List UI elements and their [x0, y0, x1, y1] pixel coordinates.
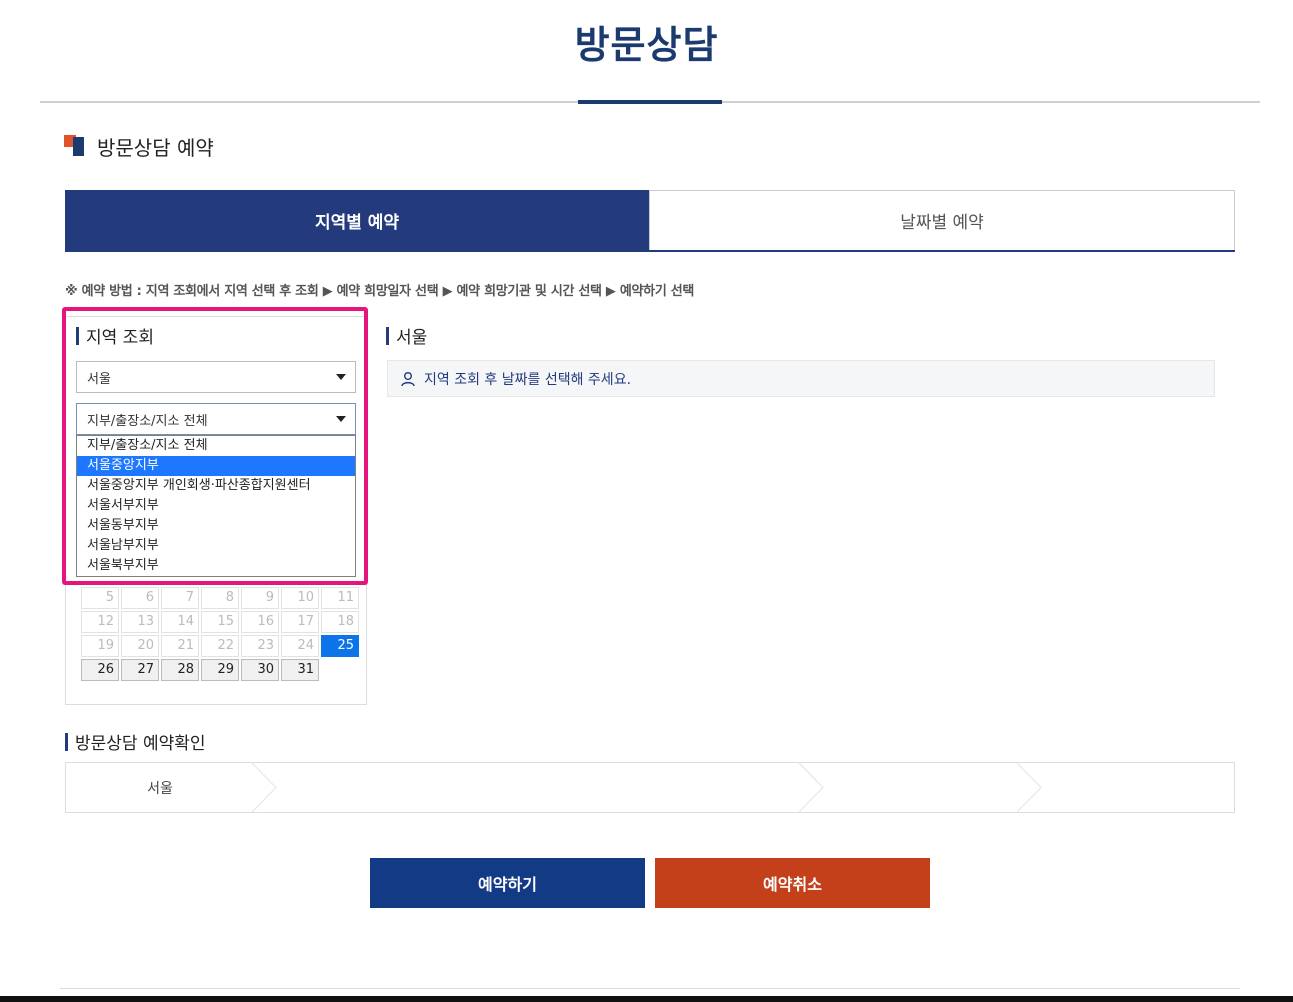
- calendar-day: 13: [121, 611, 159, 633]
- calendar-day[interactable]: 27: [121, 659, 159, 681]
- chevron-right-icon: [1016, 763, 1042, 812]
- calendar-day: 12: [81, 611, 119, 633]
- header-bar: [65, 732, 68, 751]
- calendar-day: 6: [121, 587, 159, 609]
- calendar: 5 6 7 8 9 10 11 12 13 14 15 16 17 18 19 20 21 22 23 24 25 26 2…: [80, 586, 360, 682]
- notice-box: 지역 조회 후 날짜를 선택해 주세요.: [387, 360, 1215, 397]
- calendar-day: 11: [321, 587, 359, 609]
- calendar-day[interactable]: 29: [201, 659, 239, 681]
- calendar-day: 14: [161, 611, 199, 633]
- calendar-day: 15: [201, 611, 239, 633]
- result-title: 서울: [396, 328, 428, 348]
- calendar-week: 12 13 14 15 16 17 18: [80, 610, 360, 634]
- section-square-icon: [64, 135, 86, 157]
- page: 방문상담 방문상담 예약 지역별 예약 날짜별 예약 ※ 예약 방법 : 지역 …: [0, 0, 1293, 1002]
- calendar-day: 20: [121, 635, 159, 657]
- calendar-day: 7: [161, 587, 199, 609]
- chevron-right-icon: [798, 763, 824, 812]
- cancel-reservation-button[interactable]: 예약취소: [655, 858, 930, 908]
- calendar-day[interactable]: 26: [81, 659, 119, 681]
- calendar-day: 18: [321, 611, 359, 633]
- calendar-day: 10: [281, 587, 319, 609]
- calendar-day: 23: [241, 635, 279, 657]
- tab-by-date[interactable]: 날짜별 예약: [649, 190, 1235, 250]
- section-header: 방문상담 예약: [64, 132, 214, 160]
- confirm-region: 서울: [147, 780, 173, 797]
- header-bar: [386, 326, 389, 345]
- reservation-confirm-bar: 서울: [65, 762, 1235, 813]
- calendar-day: 22: [201, 635, 239, 657]
- calendar-day: 21: [161, 635, 199, 657]
- reserve-button[interactable]: 예약하기: [370, 858, 645, 908]
- calendar-day-today[interactable]: 25: [321, 635, 359, 657]
- confirm-title: 방문상담 예약확인: [75, 734, 206, 754]
- calendar-day: 24: [281, 635, 319, 657]
- person-icon: [400, 371, 416, 387]
- reservation-steps-text: ※ 예약 방법 : 지역 조회에서 지역 선택 후 조회 ▶ 예약 희망일자 선…: [65, 284, 695, 299]
- calendar-day[interactable]: 31: [281, 659, 319, 681]
- calendar-day[interactable]: 28: [161, 659, 199, 681]
- chevron-right-icon: [251, 763, 277, 812]
- calendar-day: 5: [81, 587, 119, 609]
- highlight-annotation-box: [62, 307, 368, 585]
- footer-bar: [0, 996, 1293, 1002]
- title-divider-accent: [578, 100, 722, 104]
- calendar-day: 8: [201, 587, 239, 609]
- calendar-week: 5 6 7 8 9 10 11: [80, 586, 360, 610]
- calendar-day: 17: [281, 611, 319, 633]
- calendar-day: 19: [81, 635, 119, 657]
- calendar-day: 9: [241, 587, 279, 609]
- confirm-header: 방문상담 예약확인: [65, 729, 206, 754]
- calendar-week: 19 20 21 22 23 24 25: [80, 634, 360, 658]
- notice-text: 지역 조회 후 날짜를 선택해 주세요.: [424, 371, 632, 388]
- tab-by-region[interactable]: 지역별 예약: [65, 190, 649, 250]
- calendar-empty-cell: [321, 659, 359, 681]
- section-title: 방문상담 예약: [97, 135, 214, 160]
- calendar-week: 26 27 28 29 30 31: [80, 658, 360, 682]
- reservation-tabs: 지역별 예약 날짜별 예약: [65, 190, 1235, 252]
- calendar-day: 16: [241, 611, 279, 633]
- calendar-day[interactable]: 30: [241, 659, 279, 681]
- footer-divider: [60, 988, 1240, 989]
- result-header: 서울: [386, 323, 427, 348]
- page-title: 방문상담: [574, 23, 719, 67]
